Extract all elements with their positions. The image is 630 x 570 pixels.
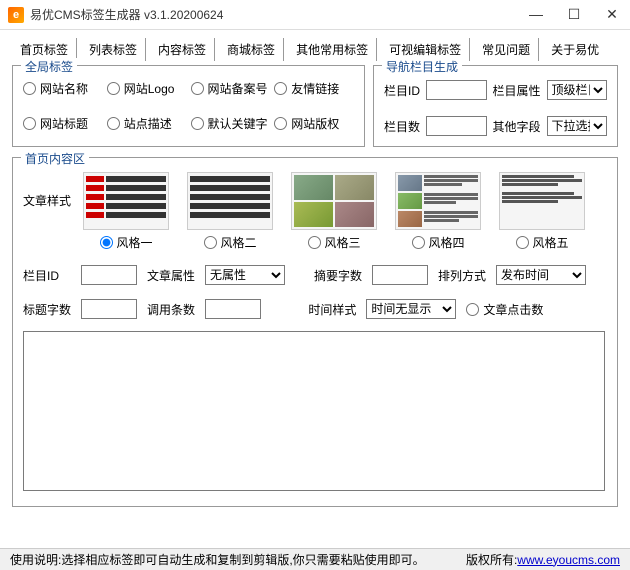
- close-button[interactable]: ✕: [602, 6, 622, 23]
- fieldset-nav: 导航栏目生成 栏目ID 栏目属性 顶级栏目 栏目数 其他字段 下拉选择: [373, 65, 618, 147]
- radio-style-5[interactable]: 风格五: [516, 234, 569, 251]
- select-col-attr[interactable]: 顶级栏目: [547, 80, 607, 100]
- label-other-field: 其他字段: [493, 118, 541, 135]
- tab-other[interactable]: 其他常用标签: [288, 38, 377, 61]
- label-style: 文章样式: [23, 172, 71, 209]
- fieldset-global: 全局标签 网站名称网站Logo网站备案号友情链接网站标题站点描述默认关键字网站版…: [12, 65, 365, 147]
- maximize-button[interactable]: ☐: [564, 6, 584, 23]
- radio-global-6[interactable]: 默认关键字: [191, 115, 271, 132]
- label-col-attr: 栏目属性: [493, 82, 541, 99]
- radio-global-0[interactable]: 网站名称: [23, 80, 103, 97]
- input-abstract[interactable]: [372, 265, 428, 285]
- label-sort: 排列方式: [438, 267, 486, 284]
- radio-style-4[interactable]: 风格四: [412, 234, 465, 251]
- legend-global: 全局标签: [21, 58, 77, 75]
- style-option-3: 风格三: [291, 172, 377, 251]
- input-home-colid[interactable]: [81, 265, 137, 285]
- radio-click-count-label: 文章点击数: [483, 301, 543, 318]
- radio-global-7[interactable]: 网站版权: [274, 115, 354, 132]
- label-title-chars: 标题字数: [23, 301, 71, 318]
- select-sort[interactable]: 发布时间: [496, 265, 586, 285]
- radio-click-count[interactable]: 文章点击数: [466, 301, 543, 318]
- label-time-style: 时间样式: [308, 301, 356, 318]
- titlebar: e 易优CMS标签生成器 v3.1.20200624 — ☐ ✕: [0, 0, 630, 30]
- window-title: 易优CMS标签生成器 v3.1.20200624: [30, 6, 526, 23]
- radio-style-3[interactable]: 风格三: [308, 234, 361, 251]
- copyright-link[interactable]: www.eyoucms.com: [517, 553, 620, 567]
- select-time-style[interactable]: 时间无显示: [366, 299, 456, 319]
- tab-content[interactable]: 内容标签: [150, 38, 215, 61]
- radio-style-1[interactable]: 风格一: [100, 234, 153, 251]
- radio-global-3[interactable]: 友情链接: [274, 80, 354, 97]
- label-home-colid: 栏目ID: [23, 267, 71, 284]
- input-call-count[interactable]: [205, 299, 261, 319]
- legend-home: 首页内容区: [21, 150, 89, 167]
- select-art-attr[interactable]: 无属性: [205, 265, 285, 285]
- select-other-field[interactable]: 下拉选择: [547, 116, 607, 136]
- copyright-label: 版权所有:: [466, 551, 517, 568]
- style-option-2: 风格二: [187, 172, 273, 251]
- fieldset-home: 首页内容区 文章样式 风格一风格二风格三风格四风格五 栏目ID 文章属性 无属性…: [12, 157, 618, 507]
- minimize-button[interactable]: —: [526, 6, 546, 23]
- label-call-count: 调用条数: [147, 301, 195, 318]
- label-art-attr: 文章属性: [147, 267, 195, 284]
- tab-list[interactable]: 列表标签: [81, 38, 146, 61]
- status-bar: 使用说明:选择相应标签即可自动生成和复制到剪辑版,你只需要粘贴使用即可。 版权所…: [0, 548, 630, 570]
- radio-global-4[interactable]: 网站标题: [23, 115, 103, 132]
- radio-global-1[interactable]: 网站Logo: [107, 80, 187, 97]
- tab-faq[interactable]: 常见问题: [474, 38, 539, 61]
- output-textarea[interactable]: [23, 331, 605, 491]
- tab-mall[interactable]: 商城标签: [219, 38, 284, 61]
- style-option-1: 风格一: [83, 172, 169, 251]
- help-text: 使用说明:选择相应标签即可自动生成和复制到剪辑版,你只需要粘贴使用即可。: [10, 551, 466, 568]
- radio-style-2[interactable]: 风格二: [204, 234, 257, 251]
- input-title-chars[interactable]: [81, 299, 137, 319]
- style-option-5: 风格五: [499, 172, 585, 251]
- label-col-count: 栏目数: [384, 118, 420, 135]
- tab-bar: 首页标签 列表标签 内容标签 商城标签 其他常用标签 可视编辑标签 常见问题 关…: [0, 30, 630, 61]
- input-col-id[interactable]: [426, 80, 486, 100]
- radio-global-2[interactable]: 网站备案号: [191, 80, 271, 97]
- label-abstract: 摘要字数: [314, 267, 362, 284]
- legend-nav: 导航栏目生成: [382, 58, 462, 75]
- app-icon: e: [8, 7, 24, 23]
- style-option-4: 风格四: [395, 172, 481, 251]
- tab-about[interactable]: 关于易优: [543, 38, 607, 61]
- label-col-id: 栏目ID: [384, 82, 420, 99]
- radio-global-5[interactable]: 站点描述: [107, 115, 187, 132]
- input-col-count[interactable]: [426, 116, 486, 136]
- radio-click-count-input[interactable]: [466, 303, 479, 316]
